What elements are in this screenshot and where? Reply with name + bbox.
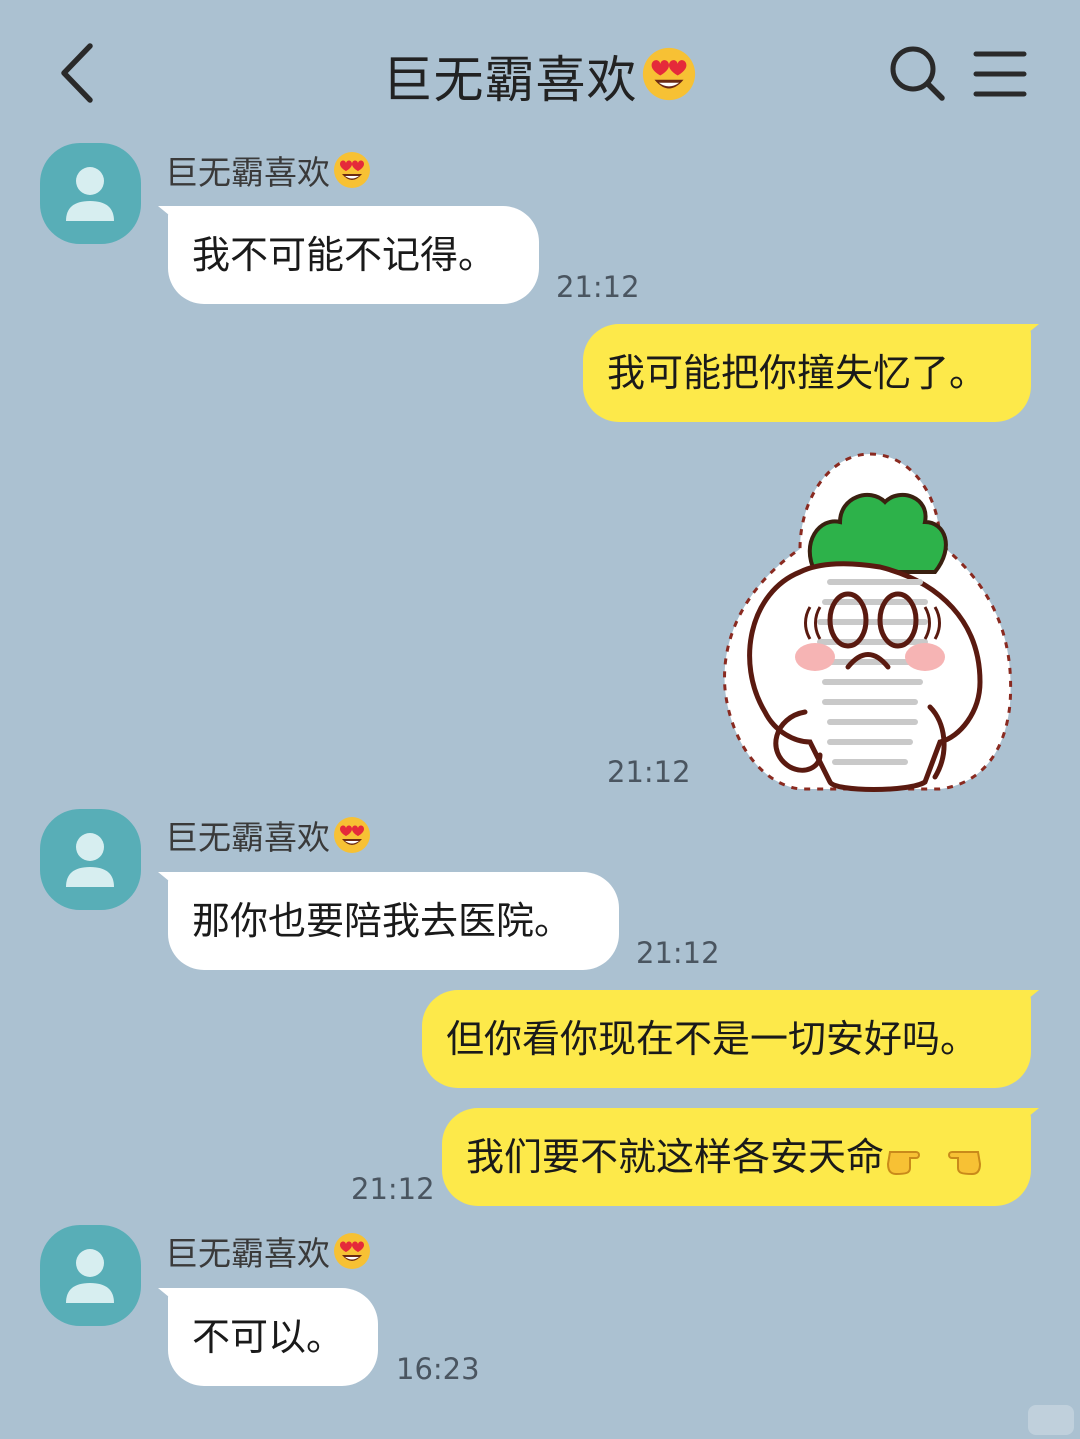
sender-name-text: 巨无霸喜欢 [165,818,330,857]
sender-avatar[interactable] [40,809,141,910]
default-user-avatar-icon [66,1249,114,1303]
message-text: 我可能把你撞失忆了。 [607,351,988,395]
chat-title-text: 巨无霸喜欢 [382,51,638,109]
sender-name: 巨无霸喜欢 [165,1227,372,1275]
message-time: 21:12 [556,270,640,304]
search-icon [890,46,945,101]
message-bubble-outgoing[interactable]: 但你看你现在不是一切安好吗。 [422,990,1039,1088]
sender-name: 巨无霸喜欢 [165,811,372,859]
sender-name-text: 巨无霸喜欢 [165,1234,330,1273]
watermark [1028,1405,1074,1435]
radish-character-sticker[interactable] [720,442,1020,797]
message-text: 我不可能不记得。 [192,233,497,277]
heart-eyes-emoji-icon [334,1233,370,1269]
message-text: 但你看你现在不是一切安好吗。 [446,1017,979,1061]
chat-header: 巨无霸喜欢 [0,0,1080,140]
message-text: 那你也要陪我去医院。 [192,899,573,943]
chat-screen: 巨无霸喜欢 巨无霸喜欢 我不可能不记得。 21:12 我可能把你撞失忆了。 21… [0,0,1080,1439]
heart-eyes-emoji-icon [334,152,370,188]
sender-name-text: 巨无霸喜欢 [165,153,330,192]
message-bubble-incoming[interactable]: 那你也要陪我去医院。 [158,872,619,970]
menu-icon [973,51,1027,97]
heart-eyes-emoji-icon [642,47,695,101]
message-time: 21:12 [636,936,720,970]
menu-button[interactable] [972,48,1028,100]
message-text: 我们要不就这样各安天命 [466,1135,885,1179]
message-text: 不可以。 [192,1315,345,1359]
radish-sticker-image [723,452,1013,792]
default-user-avatar-icon [66,833,114,887]
pointing-hands-emoji-icon [887,1151,982,1176]
message-time: 21:12 [351,1172,435,1206]
sender-avatar[interactable] [40,1225,141,1326]
default-user-avatar-icon [66,167,114,221]
message-bubble-incoming[interactable]: 不可以。 [158,1288,378,1386]
message-bubble-outgoing[interactable]: 我可能把你撞失忆了。 [583,324,1039,422]
message-bubble-outgoing[interactable]: 我们要不就这样各安天命 [442,1108,1039,1206]
heart-eyes-emoji-icon [334,817,370,853]
message-time: 16:23 [396,1352,480,1386]
message-time: 21:12 [607,755,691,789]
sender-name: 巨无霸喜欢 [165,146,372,194]
sender-avatar[interactable] [40,143,141,244]
message-bubble-incoming[interactable]: 我不可能不记得。 [158,206,539,304]
search-button[interactable] [886,42,948,104]
